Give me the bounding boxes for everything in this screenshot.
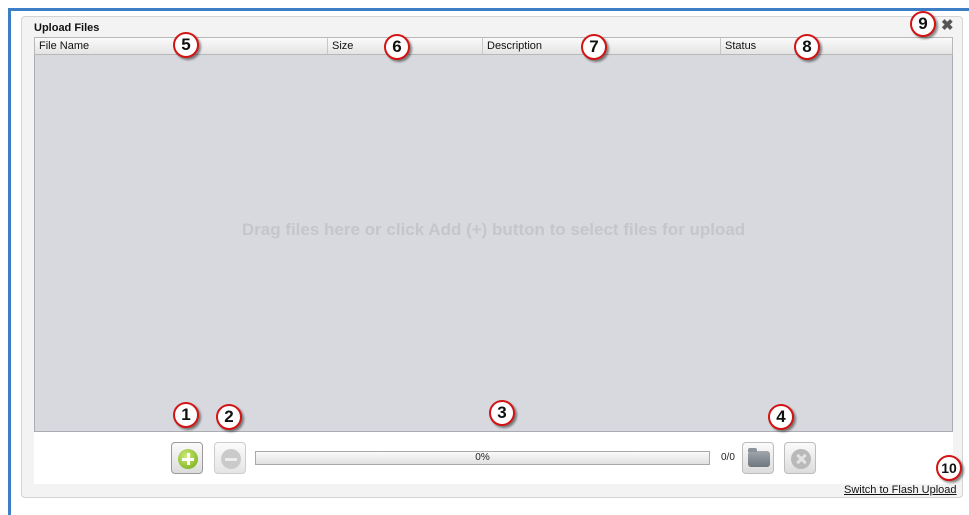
upload-button[interactable] bbox=[742, 442, 774, 474]
upload-files-window: Upload Files ✖ File Name Size Descriptio… bbox=[0, 0, 969, 515]
callout-3: 3 bbox=[489, 400, 515, 426]
upload-toolbar: 0% 0/0 bbox=[34, 432, 953, 484]
drop-zone-hint: Drag files here or click Add (+) button … bbox=[241, 220, 746, 239]
column-status[interactable]: Status bbox=[721, 38, 952, 54]
callout-2: 2 bbox=[216, 404, 242, 430]
callout-8: 8 bbox=[794, 34, 820, 60]
dialog-title: Upload Files bbox=[34, 22, 100, 34]
callout-4: 4 bbox=[768, 404, 794, 430]
remove-button[interactable] bbox=[214, 442, 246, 474]
switch-to-flash-link[interactable]: Switch to Flash Upload bbox=[844, 484, 957, 496]
window-top-border bbox=[8, 8, 969, 11]
file-count: 0/0 bbox=[721, 452, 735, 463]
drop-zone[interactable]: Drag files here or click Add (+) button … bbox=[34, 55, 953, 432]
callout-7: 7 bbox=[581, 34, 607, 60]
callout-5: 5 bbox=[173, 32, 199, 58]
upload-icon bbox=[748, 448, 770, 467]
progress-label: 0% bbox=[475, 452, 490, 463]
cancel-upload-button[interactable] bbox=[784, 442, 816, 474]
callout-9: 9 bbox=[910, 11, 936, 37]
callout-1: 1 bbox=[173, 402, 199, 428]
add-icon bbox=[178, 449, 198, 469]
callout-10: 10 bbox=[936, 455, 962, 481]
add-button[interactable] bbox=[171, 442, 203, 474]
callout-6: 6 bbox=[384, 34, 410, 60]
close-icon[interactable]: ✖ bbox=[941, 16, 954, 36]
upload-progress-bar: 0% bbox=[255, 451, 710, 465]
window-left-border bbox=[8, 8, 11, 515]
cancel-icon bbox=[791, 449, 811, 469]
remove-icon bbox=[221, 449, 241, 469]
